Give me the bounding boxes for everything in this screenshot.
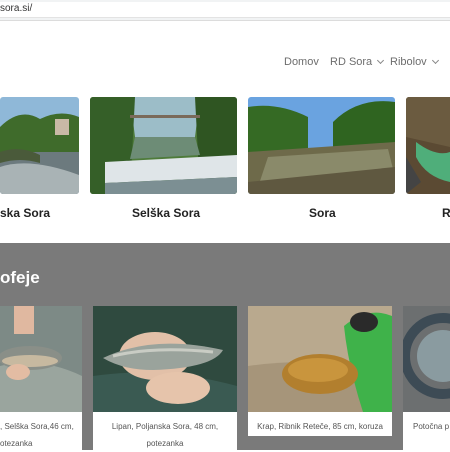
trophy-caption: Krap, Ribnik Reteče, 85 cm, koruza bbox=[248, 418, 392, 435]
trophy-caption-line: Lipan, Poljanska Sora, 48 cm, bbox=[111, 422, 219, 431]
trophy-caption-line: Krap, Ribnik Reteče, 85 cm, koruza bbox=[257, 422, 383, 431]
main-nav: Domov RD Sora Ribolov bbox=[280, 56, 450, 76]
trophy-caption-line: Potočna p bbox=[413, 422, 450, 431]
river-photo[interactable] bbox=[248, 97, 395, 194]
rivers-row: ska Sora Selška Sora Sora R bbox=[0, 97, 450, 237]
trophy-caption-line: , Selška Sora,46 cm, bbox=[0, 422, 74, 431]
trophy-photo[interactable] bbox=[93, 306, 237, 412]
trophy-caption: , Selška Sora,46 cm, otezanka bbox=[0, 418, 82, 452]
trophy-caption-line: otezanka bbox=[0, 439, 33, 448]
nav-item-label: Ribolov bbox=[390, 56, 427, 68]
river-title[interactable]: R bbox=[442, 206, 450, 220]
nav-item-label: Domov bbox=[284, 56, 319, 68]
chevron-down-icon bbox=[377, 56, 385, 65]
trophy-photo[interactable] bbox=[403, 306, 450, 412]
nav-item-ribolov[interactable]: Ribolov bbox=[390, 56, 439, 68]
river-title[interactable]: Sora bbox=[309, 206, 336, 220]
browser-address-bar: sora.si/ bbox=[0, 0, 450, 21]
trophy-caption: Lipan, Poljanska Sora, 48 cm, potezanka bbox=[93, 418, 237, 452]
trophy-card[interactable]: Lipan, Poljanska Sora, 48 cm, potezanka bbox=[93, 306, 237, 450]
trophy-photo[interactable] bbox=[248, 306, 392, 412]
river-title[interactable]: Selška Sora bbox=[132, 206, 200, 220]
section-heading: ofeje bbox=[0, 268, 40, 287]
trophy-card[interactable]: Krap, Ribnik Reteče, 85 cm, koruza bbox=[248, 306, 392, 436]
nav-item-domov[interactable]: Domov bbox=[284, 56, 319, 68]
trophy-card[interactable]: Potočna p bbox=[403, 306, 450, 450]
trophy-card[interactable]: , Selška Sora,46 cm, otezanka bbox=[0, 306, 82, 450]
river-photo[interactable] bbox=[90, 97, 237, 194]
river-title[interactable]: ska Sora bbox=[0, 206, 50, 220]
river-photo[interactable] bbox=[406, 97, 450, 194]
nav-item-rd-sora[interactable]: RD Sora bbox=[330, 56, 385, 68]
nav-item-label: RD Sora bbox=[330, 56, 373, 68]
trophy-caption: Potočna p bbox=[403, 418, 450, 435]
river-photo[interactable] bbox=[0, 97, 79, 194]
url-field[interactable]: sora.si/ bbox=[0, 2, 450, 18]
trophy-caption-line: potezanka bbox=[146, 439, 184, 448]
trophy-photo[interactable] bbox=[0, 306, 82, 412]
chevron-down-icon bbox=[431, 56, 439, 65]
url-text: sora.si/ bbox=[0, 3, 33, 14]
